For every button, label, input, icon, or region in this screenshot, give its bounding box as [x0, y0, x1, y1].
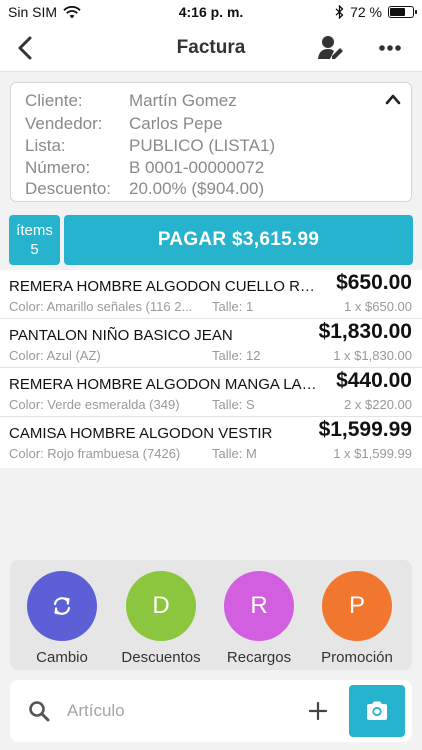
item-unit-price: 1 x $1,599.99 — [333, 446, 412, 461]
seller-row: Vendedor: Carlos Pepe — [25, 114, 223, 134]
change-label: Cambio — [36, 649, 88, 666]
actions-panel: Cambio D Descuentos R Recargos P Promoci… — [10, 560, 412, 670]
item-size: Talle: M — [212, 446, 257, 461]
edit-user-icon[interactable] — [318, 34, 344, 62]
items-list: REMERA HOMBRE ALGODON CUELLO REDONDO $65… — [0, 270, 422, 468]
item-size: Talle: 12 — [212, 348, 261, 363]
item-name: CAMISA HOMBRE ALGODON VESTIR — [9, 425, 273, 442]
article-search-input[interactable] — [67, 698, 287, 724]
client-value: Martín Gomez — [129, 91, 237, 110]
chevron-up-icon[interactable] — [385, 93, 401, 105]
battery-icon — [388, 6, 417, 18]
promotion-button[interactable]: P — [322, 571, 392, 641]
item-color: Color: Rojo frambuesa (7426) — [9, 446, 181, 461]
discount-value: 20.00% ($904.00) — [129, 179, 265, 198]
price-list-value: PUBLICO (LISTA1) — [129, 136, 276, 155]
discount-row: Descuento: 20.00% ($904.00) — [25, 179, 264, 199]
camera-icon — [367, 701, 387, 720]
client-label: Cliente: — [25, 91, 83, 110]
price-list-row: Lista: PUBLICO (LISTA1) — [25, 136, 275, 156]
bluetooth-icon — [335, 5, 344, 19]
discounts-action[interactable]: D Descuentos — [113, 571, 209, 666]
pay-button[interactable]: PAGAR $3,615.99 — [64, 215, 413, 265]
items-count-badge[interactable]: ítems 5 — [9, 215, 60, 265]
article-search-bar — [10, 680, 412, 742]
item-color: Color: Verde esmeralda (349) — [9, 397, 180, 412]
item-name: REMERA HOMBRE ALGODON MANGA LARGA — [9, 376, 321, 393]
item-size: Talle: S — [212, 397, 255, 412]
status-right: 72 % — [335, 4, 417, 20]
item-price: $1,830.00 — [318, 320, 412, 343]
promotion-action[interactable]: P Promoción — [309, 571, 405, 666]
nav-bar: Factura — [0, 24, 422, 72]
item-color: Color: Amarillo señales (116 2... — [9, 299, 193, 314]
status-bar: Sin SIM 4:16 p. m. 72 % — [0, 0, 422, 24]
seller-value: Carlos Pepe — [129, 114, 223, 133]
discounts-label: Descuentos — [121, 649, 201, 666]
battery-percent: 72 % — [350, 4, 382, 20]
list-item[interactable]: REMERA HOMBRE ALGODON CUELLO REDONDO $65… — [0, 270, 422, 319]
promotion-label: Promoción — [321, 649, 393, 666]
item-name: REMERA HOMBRE ALGODON CUELLO REDONDO — [9, 278, 321, 295]
change-action[interactable]: Cambio — [14, 571, 110, 666]
item-price: $650.00 — [336, 271, 412, 294]
seller-label: Vendedor: — [25, 114, 103, 133]
item-price: $1,599.99 — [318, 418, 412, 441]
page-title: Factura — [176, 37, 246, 58]
invoice-details-card[interactable]: Cliente: Martín Gomez Vendedor: Carlos Pep… — [10, 82, 412, 202]
item-unit-price: 1 x $1,830.00 — [333, 348, 412, 363]
number-value: B 0001-00000072 — [129, 158, 265, 177]
discounts-button[interactable]: D — [126, 571, 196, 641]
price-list-label: Lista: — [25, 136, 66, 155]
item-unit-price: 1 x $650.00 — [344, 299, 412, 314]
discount-label: Descuento: — [25, 179, 111, 198]
change-button[interactable] — [27, 571, 97, 641]
item-size: Talle: 1 — [212, 299, 254, 314]
item-price: $440.00 — [336, 369, 412, 392]
item-color: Color: Azul (AZ) — [9, 348, 101, 363]
camera-button[interactable] — [349, 685, 405, 737]
surcharges-button[interactable]: R — [224, 571, 294, 641]
number-label: Número: — [25, 158, 91, 177]
list-item[interactable]: CAMISA HOMBRE ALGODON VESTIR $1,599.99 C… — [0, 417, 422, 466]
item-unit-price: 2 x $220.00 — [344, 397, 412, 412]
items-count-label: ítems — [16, 222, 53, 239]
plus-icon[interactable] — [306, 699, 330, 723]
refresh-icon — [53, 597, 71, 615]
list-item[interactable]: PANTALON NIÑO BASICO JEAN $1,830.00 Colo… — [0, 319, 422, 368]
items-count-value: 5 — [30, 241, 39, 258]
battery-level — [390, 8, 405, 16]
client-row: Cliente: Martín Gomez — [25, 91, 237, 111]
number-row: Número: B 0001-00000072 — [25, 158, 264, 178]
search-icon — [29, 701, 50, 722]
item-name: PANTALON NIÑO BASICO JEAN — [9, 327, 233, 344]
more-icon[interactable] — [378, 44, 402, 52]
surcharges-action[interactable]: R Recargos — [211, 571, 307, 666]
list-item[interactable]: REMERA HOMBRE ALGODON MANGA LARGA $440.0… — [0, 368, 422, 417]
surcharges-label: Recargos — [226, 649, 292, 666]
